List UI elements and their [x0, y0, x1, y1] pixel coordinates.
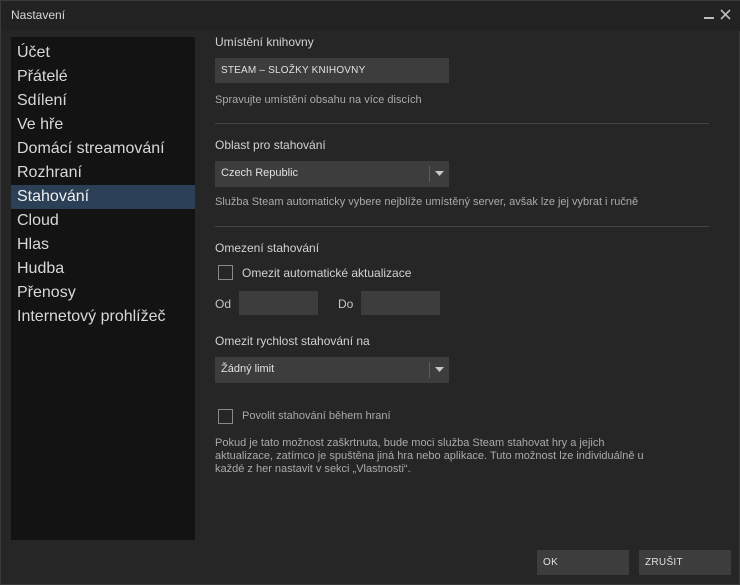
region-description: Služba Steam automaticky vybere nejblíže… [215, 196, 639, 208]
speed-limit-heading: Omezit rychlost stahování na [215, 334, 370, 348]
dropdown-separator [429, 362, 430, 378]
minimize-button[interactable] [701, 6, 717, 24]
chevron-down-icon [435, 367, 444, 372]
from-label: Od [215, 297, 232, 311]
sidebar-item-interface[interactable]: Rozhraní [11, 161, 195, 185]
allow-ingame-downloads-checkbox[interactable] [218, 409, 233, 424]
title-bar[interactable]: Nastavení [1, 1, 740, 31]
library-description: Spravujte umístění obsahu na více discíc… [215, 94, 422, 106]
settings-sidebar: Účet Přátelé Sdílení Ve hře Domácí strea… [11, 37, 195, 540]
region-heading: Oblast pro stahování [215, 138, 326, 152]
sidebar-item-music[interactable]: Hudba [11, 257, 195, 281]
sidebar-item-broadcasting[interactable]: Přenosy [11, 281, 195, 305]
limit-auto-updates-checkbox[interactable] [218, 265, 233, 280]
to-time-input[interactable] [361, 291, 440, 315]
section-divider [215, 226, 709, 227]
section-divider [215, 123, 709, 124]
chevron-down-icon [435, 171, 444, 176]
downloads-settings-panel: Umístění knihovny STEAM – SLOŽKY KNIHOVN… [195, 31, 740, 546]
sidebar-item-account[interactable]: Účet [11, 41, 195, 65]
region-selected-value: Czech Republic [221, 167, 299, 179]
restrictions-heading: Omezení stahování [215, 241, 320, 255]
sidebar-item-in-game[interactable]: Ve hře [11, 113, 195, 137]
sidebar-item-friends[interactable]: Přátelé [11, 65, 195, 89]
sidebar-item-web-browser[interactable]: Internetový prohlížeč [11, 305, 195, 329]
from-time-input[interactable] [239, 291, 318, 315]
sidebar-item-home-streaming[interactable]: Domácí streamování [11, 137, 195, 161]
minimize-icon [704, 17, 714, 19]
limit-auto-updates-label: Omezit automatické aktualizace [242, 266, 412, 280]
ok-button[interactable]: OK [537, 550, 629, 575]
speed-limit-selected-value: Žádný limit [221, 363, 275, 375]
sidebar-item-family[interactable]: Sdílení [11, 89, 195, 113]
sidebar-item-voice[interactable]: Hlas [11, 233, 195, 257]
close-button[interactable] [717, 6, 733, 24]
to-label: Do [338, 297, 354, 311]
sidebar-item-cloud[interactable]: Cloud [11, 209, 195, 233]
allow-ingame-downloads-description: Pokud je tato možnost zaškrtnuta, bude m… [215, 437, 644, 475]
dropdown-separator [429, 166, 430, 182]
window-title: Nastavení [11, 8, 66, 22]
library-folders-button[interactable]: STEAM – SLOŽKY KNIHOVNY [215, 58, 449, 83]
speed-limit-dropdown[interactable]: Žádný limit [215, 357, 449, 383]
library-heading: Umístění knihovny [215, 35, 314, 49]
close-icon [719, 9, 731, 20]
cancel-button[interactable]: ZRUŠIT [639, 550, 731, 575]
allow-ingame-downloads-label: Povolit stahování během hraní [242, 410, 391, 422]
settings-window: Nastavení Účet Přátelé Sdílení Ve hře Do… [0, 0, 740, 585]
sidebar-item-downloads[interactable]: Stahování [11, 185, 195, 209]
region-dropdown[interactable]: Czech Republic [215, 161, 449, 187]
